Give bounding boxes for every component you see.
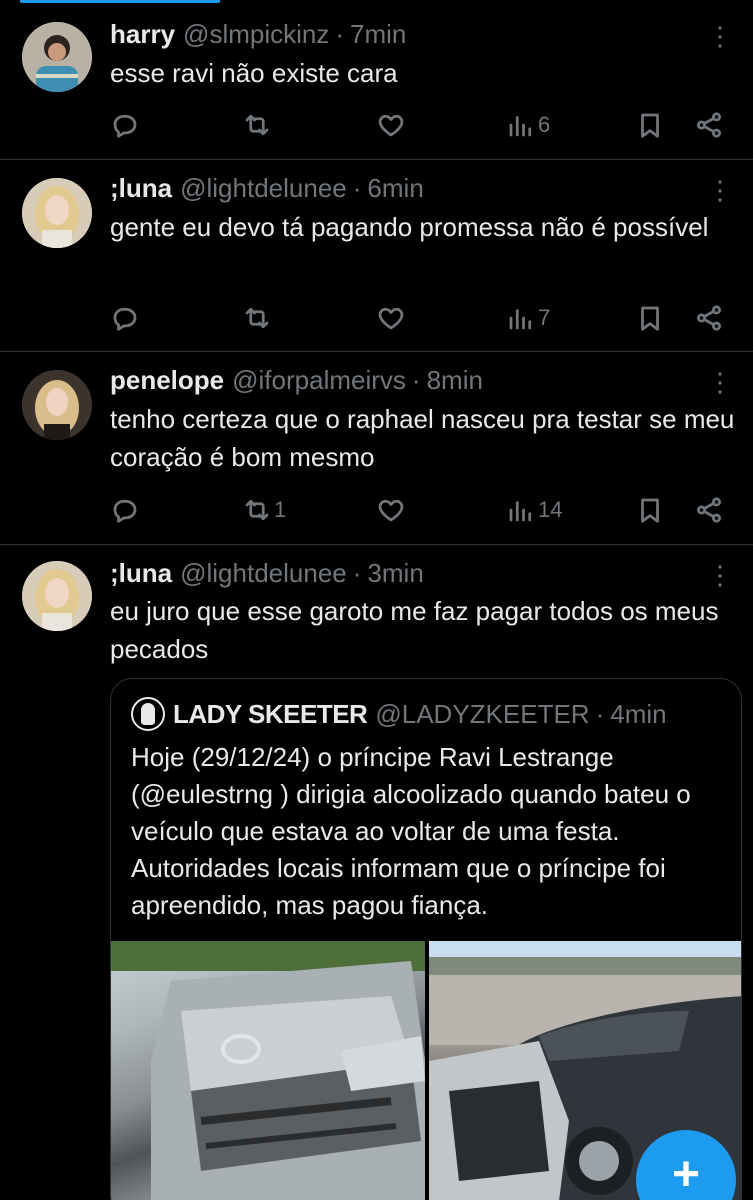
retweet-button[interactable]: [242, 301, 274, 335]
action-bar: 1 14: [110, 493, 730, 527]
share-icon: [697, 112, 721, 138]
avatar[interactable]: [22, 22, 92, 92]
views-button[interactable]: 7: [506, 301, 550, 335]
separator: ·: [595, 698, 605, 729]
action-bar: 6: [110, 108, 730, 142]
share-button[interactable]: [694, 493, 724, 527]
action-bar: 7: [110, 301, 730, 335]
display-name[interactable]: ;luna: [110, 558, 172, 589]
post[interactable]: penelope @iforpalmeirvs · 8min ⋮ tenho c…: [0, 352, 753, 545]
retweet-icon: [245, 307, 269, 329]
separator: ·: [411, 364, 421, 395]
retweet-icon: [245, 499, 269, 521]
post-header: ;luna @lightdelunee · 3min: [110, 556, 424, 590]
heart-icon: [378, 307, 404, 330]
reply-button[interactable]: [110, 108, 140, 142]
display-name[interactable]: harry: [110, 19, 175, 50]
separator: ·: [335, 18, 345, 49]
share-button[interactable]: [694, 301, 724, 335]
post-header: penelope @iforpalmeirvs · 8min: [110, 363, 483, 397]
reply-button[interactable]: [110, 301, 140, 335]
retweet-count: 1: [274, 497, 287, 522]
separator: ·: [352, 557, 362, 588]
display-name[interactable]: ;luna: [110, 173, 172, 204]
separator: ·: [352, 172, 362, 203]
views-icon: [509, 501, 532, 522]
post-text: eu juro que esse garoto me faz pagar tod…: [110, 596, 719, 664]
post[interactable]: harry @slmpickinz · 7min ⋮ esse ravi não…: [0, 0, 753, 160]
more-vertical-icon[interactable]: ⋮: [707, 562, 733, 588]
retweet-button[interactable]: 1: [242, 493, 286, 527]
quoted-post[interactable]: LADY SKEETER @LADYZKEETER · 4min Hoje (2…: [110, 678, 742, 1200]
bookmark-icon: [641, 113, 659, 138]
post-header: harry @slmpickinz · 7min: [110, 17, 406, 51]
user-handle[interactable]: @iforpalmeirvs: [232, 365, 406, 396]
share-button[interactable]: [694, 108, 724, 142]
more-vertical-icon[interactable]: ⋮: [707, 369, 733, 395]
bookmark-icon: [641, 306, 659, 331]
post[interactable]: ;luna @lightdelunee · 6min ⋮ gente eu de…: [0, 160, 753, 352]
user-handle[interactable]: @slmpickinz: [183, 19, 329, 50]
reply-icon: [113, 307, 137, 331]
quoted-display-name[interactable]: LADY SKEETER: [173, 699, 368, 730]
timestamp[interactable]: 8min: [427, 365, 483, 396]
quoted-timestamp[interactable]: 4min: [610, 699, 666, 730]
avatar[interactable]: [22, 370, 92, 440]
heart-icon: [378, 499, 404, 522]
user-handle[interactable]: @lightdelunee: [180, 558, 347, 589]
views-count: 6: [538, 112, 551, 137]
like-button[interactable]: [376, 108, 406, 142]
views-button[interactable]: 6: [506, 108, 550, 142]
share-icon: [697, 497, 721, 523]
like-button[interactable]: [376, 493, 406, 527]
display-name[interactable]: penelope: [110, 365, 224, 396]
avatar[interactable]: [22, 561, 92, 631]
timestamp[interactable]: 7min: [350, 19, 406, 50]
bookmark-button[interactable]: [635, 493, 665, 527]
avatar[interactable]: [22, 178, 92, 248]
post-text: esse ravi não existe cara: [110, 58, 398, 88]
like-button[interactable]: [376, 301, 406, 335]
reply-icon: [113, 114, 137, 138]
plus-icon: +: [671, 1148, 701, 1200]
media-image-car-front-damage[interactable]: [111, 941, 425, 1200]
quoted-post-header: LADY SKEETER @LADYZKEETER · 4min: [131, 697, 667, 731]
retweet-icon: [245, 114, 269, 136]
quoted-avatar[interactable]: [131, 697, 165, 731]
user-handle[interactable]: @lightdelunee: [180, 173, 347, 204]
retweet-button[interactable]: [242, 108, 274, 142]
quoted-user-handle[interactable]: @LADYZKEETER: [375, 699, 589, 730]
bookmark-button[interactable]: [635, 301, 665, 335]
views-count: 14: [538, 497, 563, 522]
reply-button[interactable]: [110, 493, 140, 527]
bookmark-icon: [641, 498, 659, 523]
timestamp[interactable]: 3min: [367, 558, 423, 589]
quoted-post-text: Hoje (29/12/24) o príncipe Ravi Lestrang…: [131, 742, 691, 920]
reply-icon: [113, 499, 137, 523]
more-vertical-icon[interactable]: ⋮: [707, 23, 733, 49]
views-icon: [509, 309, 532, 330]
heart-icon: [378, 114, 404, 137]
share-icon: [697, 305, 721, 331]
post-header: ;luna @lightdelunee · 6min: [110, 171, 424, 205]
more-vertical-icon[interactable]: ⋮: [707, 177, 733, 203]
views-icon: [509, 116, 532, 137]
bookmark-button[interactable]: [635, 108, 665, 142]
timestamp[interactable]: 6min: [367, 173, 423, 204]
post-text: gente eu devo tá pagando promessa não é …: [110, 212, 709, 242]
views-count: 7: [538, 305, 551, 330]
post-text: tenho certeza que o raphael nasceu pra t…: [110, 404, 735, 472]
views-button[interactable]: 14: [506, 493, 562, 527]
